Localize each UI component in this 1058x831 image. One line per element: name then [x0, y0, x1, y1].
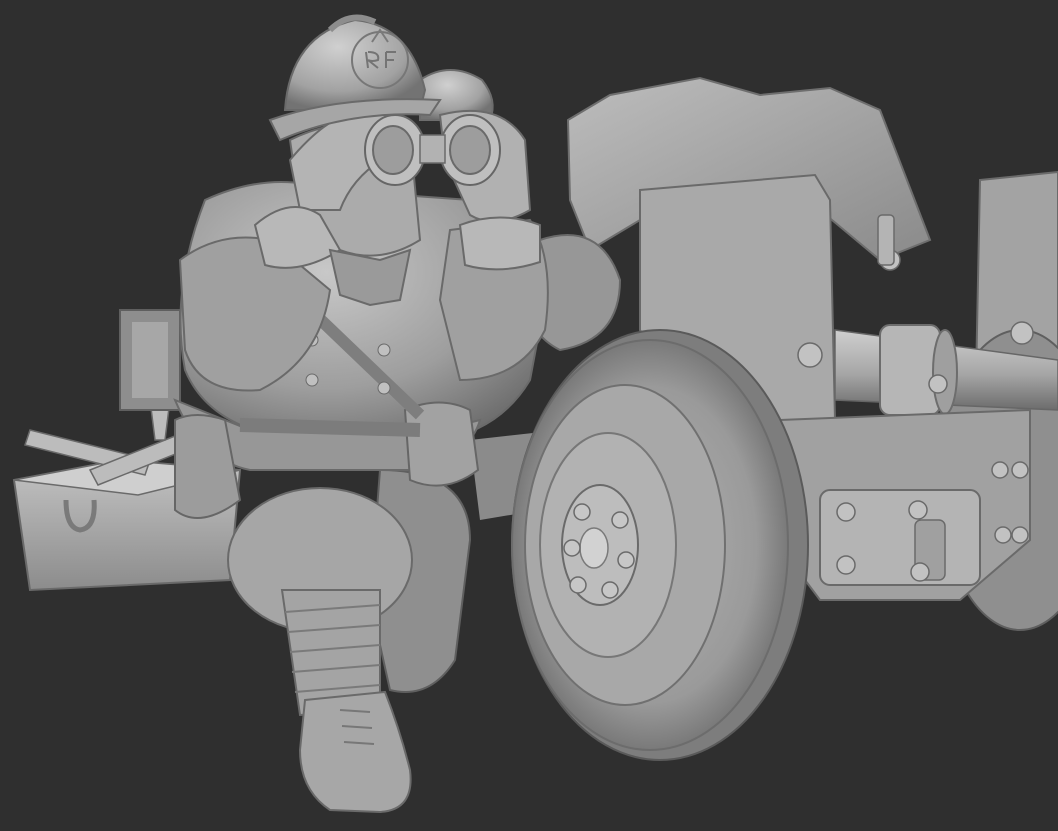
soldier-belt — [239, 418, 421, 437]
barrel-collar — [879, 324, 941, 416]
render-viewport: RF — [0, 0, 1058, 831]
kneeling-soldier — [173, 14, 549, 814]
sculpt-render — [12, 14, 1058, 814]
soldier-boot — [298, 690, 412, 814]
right-cuff — [458, 216, 541, 271]
barrel-collar-ring — [932, 329, 958, 415]
binoculars — [364, 114, 501, 186]
front-wheel — [511, 329, 809, 761]
shield-pin — [877, 214, 895, 266]
